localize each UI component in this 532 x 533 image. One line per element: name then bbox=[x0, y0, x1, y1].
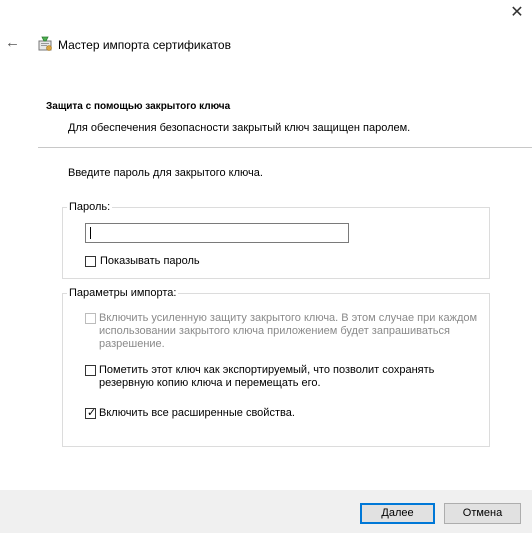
extended-properties-label[interactable]: Включить все расширенные свойства. bbox=[99, 407, 295, 420]
back-arrow-icon: ← bbox=[5, 34, 20, 51]
next-button[interactable]: Далее bbox=[360, 503, 435, 524]
exportable-key-label-line-1: Пометить этот ключ как экспортируемый, ч… bbox=[99, 364, 435, 376]
strong-protection-label-line-1: Включить усиленную защиту закрытого ключ… bbox=[99, 312, 478, 324]
password-input[interactable] bbox=[85, 223, 349, 243]
exportable-key-label-line-2: резервную копию ключа и перемещать его. bbox=[99, 377, 321, 389]
exportable-key-checkbox[interactable] bbox=[85, 365, 96, 376]
strong-protection-label-line-2: использовании закрытого ключа приложение… bbox=[99, 325, 450, 337]
strong-protection-checkbox[interactable] bbox=[85, 313, 96, 324]
close-icon: ✕ bbox=[510, 4, 524, 21]
header-separator bbox=[38, 147, 532, 148]
checkmark-icon: ✓ bbox=[87, 407, 97, 419]
show-password-checkbox[interactable] bbox=[85, 256, 96, 267]
close-button[interactable]: ✕ bbox=[510, 4, 524, 21]
exportable-key-label[interactable]: Пометить этот ключ как экспортируемый, ч… bbox=[99, 364, 479, 390]
extended-properties-checkbox[interactable]: ✓ bbox=[85, 407, 97, 419]
show-password-label[interactable]: Показывать пароль bbox=[100, 255, 200, 268]
section-subtitle: Для обеспечения безопасности закрытый кл… bbox=[68, 122, 411, 134]
text-caret bbox=[90, 227, 91, 239]
intro-text: Введите пароль для закрытого ключа. bbox=[68, 167, 263, 179]
import-options-legend: Параметры импорта: bbox=[69, 287, 177, 299]
strong-protection-label-line-3: разрешение. bbox=[99, 338, 165, 350]
back-button[interactable]: ← bbox=[5, 35, 21, 51]
section-title: Защита с помощью закрытого ключа bbox=[46, 101, 231, 112]
wizard-title: Мастер импорта сертификатов bbox=[58, 38, 231, 52]
password-group-legend: Пароль: bbox=[69, 201, 111, 213]
cancel-button[interactable]: Отмена bbox=[444, 503, 521, 524]
strong-protection-label[interactable]: Включить усиленную защиту закрытого ключ… bbox=[99, 312, 489, 351]
certificate-wizard-icon bbox=[36, 35, 54, 53]
